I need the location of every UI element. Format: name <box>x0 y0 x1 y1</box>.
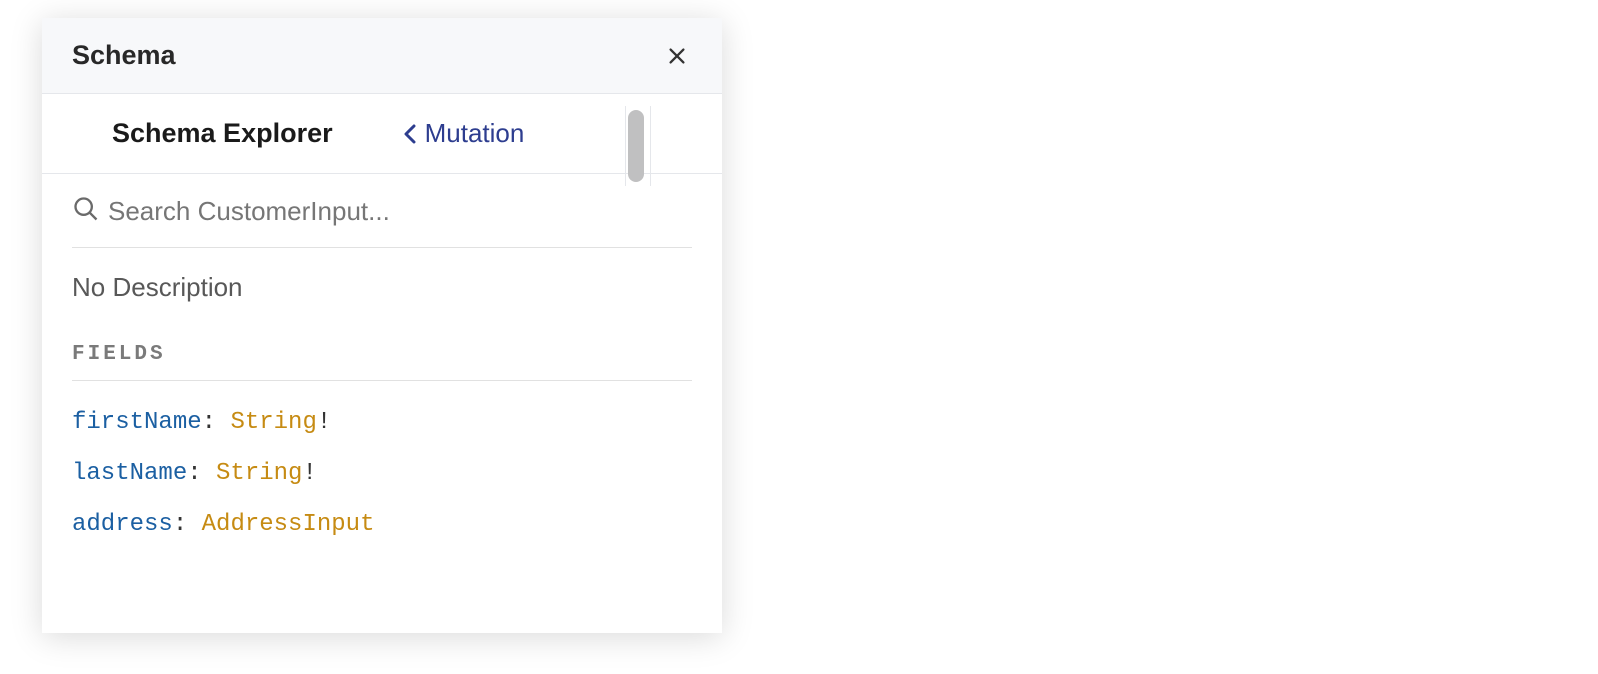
close-button[interactable] <box>662 41 692 71</box>
close-icon <box>666 45 688 67</box>
back-label: Mutation <box>425 118 525 149</box>
colon: : <box>202 409 231 436</box>
search-icon <box>72 195 100 223</box>
field-name[interactable]: firstName <box>72 409 202 436</box>
required-marker: ! <box>302 460 316 487</box>
field-type[interactable]: String <box>230 409 316 436</box>
field-row: address: AddressInput <box>72 511 692 538</box>
nav-row: Schema Explorer Mutation <box>42 94 722 174</box>
description-text: No Description <box>72 248 692 343</box>
colon: : <box>173 511 202 538</box>
field-row: lastName: String! <box>72 460 692 487</box>
search-input[interactable] <box>108 190 692 227</box>
required-marker: ! <box>317 409 331 436</box>
field-name[interactable]: address <box>72 511 173 538</box>
search-row <box>72 174 692 248</box>
panel-title: Schema <box>72 40 176 71</box>
fields-section-label: FIELDS <box>72 343 692 381</box>
fields-list: firstName: String! lastName: String! add… <box>72 381 692 538</box>
back-button[interactable]: Mutation <box>403 118 525 149</box>
field-name[interactable]: lastName <box>72 460 187 487</box>
field-type[interactable]: String <box>216 460 302 487</box>
chevron-left-icon <box>403 124 417 144</box>
scroll-track <box>650 106 651 186</box>
colon: : <box>187 460 216 487</box>
scrollbar-thumb[interactable] <box>628 110 644 182</box>
panel-body: No Description FIELDS firstName: String!… <box>42 174 722 633</box>
explorer-title: Schema Explorer <box>112 118 333 149</box>
field-row: firstName: String! <box>72 409 692 436</box>
scroll-track <box>625 106 626 186</box>
field-type[interactable]: AddressInput <box>202 511 375 538</box>
schema-panel: Schema Schema Explorer Mutation <box>42 18 722 633</box>
panel-header: Schema <box>42 18 722 94</box>
